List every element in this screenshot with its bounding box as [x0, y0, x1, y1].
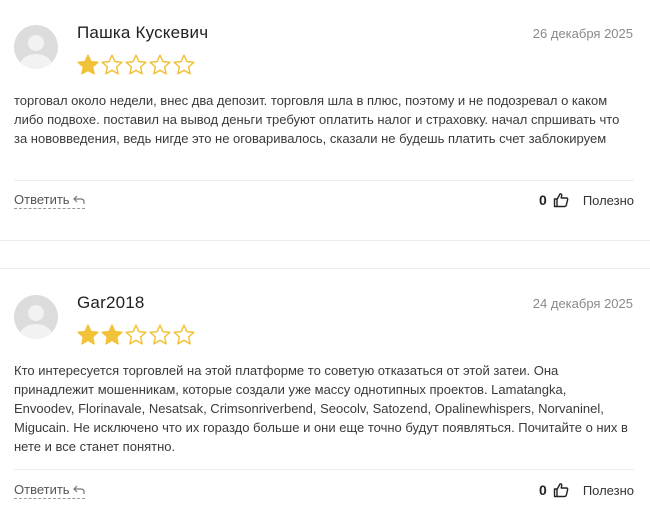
- review-date: 24 декабря 2025: [532, 296, 633, 311]
- star-empty-icon: [172, 323, 196, 347]
- section-separator: [0, 268, 650, 269]
- star-filled-icon: [100, 323, 124, 347]
- star-filled-icon: [76, 53, 100, 77]
- review-date: 26 декабря 2025: [532, 26, 633, 41]
- star-empty-icon: [100, 53, 124, 77]
- reply-label: Ответить: [14, 192, 70, 207]
- thumbs-up-icon[interactable]: [553, 192, 569, 208]
- rating-stars: [76, 53, 196, 77]
- avatar-head: [28, 35, 44, 51]
- reply-arrow-icon: [72, 485, 85, 494]
- star-empty-icon: [124, 323, 148, 347]
- avatar-body: [20, 324, 52, 339]
- review-text: торговал около недели, внес два депозит.…: [14, 93, 620, 146]
- divider: [14, 469, 634, 470]
- star-empty-icon: [172, 53, 196, 77]
- avatar: [14, 25, 58, 69]
- star-empty-icon: [124, 53, 148, 77]
- useful-label: Полезно: [582, 192, 634, 208]
- star-empty-icon: [148, 323, 172, 347]
- star-empty-icon: [148, 53, 172, 77]
- reply-button[interactable]: Ответить: [14, 482, 85, 499]
- reply-label: Ответить: [14, 482, 70, 497]
- avatar-body: [20, 54, 52, 69]
- divider: [14, 180, 634, 181]
- star-filled-icon: [76, 323, 100, 347]
- rating-stars: [76, 323, 196, 347]
- like-area: 0 Полезно: [539, 192, 634, 208]
- review-text: Кто интересуется торговлей на этой платф…: [14, 363, 628, 454]
- reply-button[interactable]: Ответить: [14, 192, 85, 209]
- like-area: 0 Полезно: [539, 482, 634, 498]
- reply-arrow-icon: [72, 195, 85, 204]
- thumbs-up-icon[interactable]: [553, 482, 569, 498]
- like-count: 0: [539, 482, 547, 498]
- review-author: Gar2018: [77, 293, 145, 312]
- section-separator: [0, 240, 650, 241]
- useful-label: Полезно: [582, 482, 634, 498]
- review-author: Пашка Кускевич: [77, 23, 209, 42]
- like-count: 0: [539, 192, 547, 208]
- avatar: [14, 295, 58, 339]
- avatar-head: [28, 305, 44, 321]
